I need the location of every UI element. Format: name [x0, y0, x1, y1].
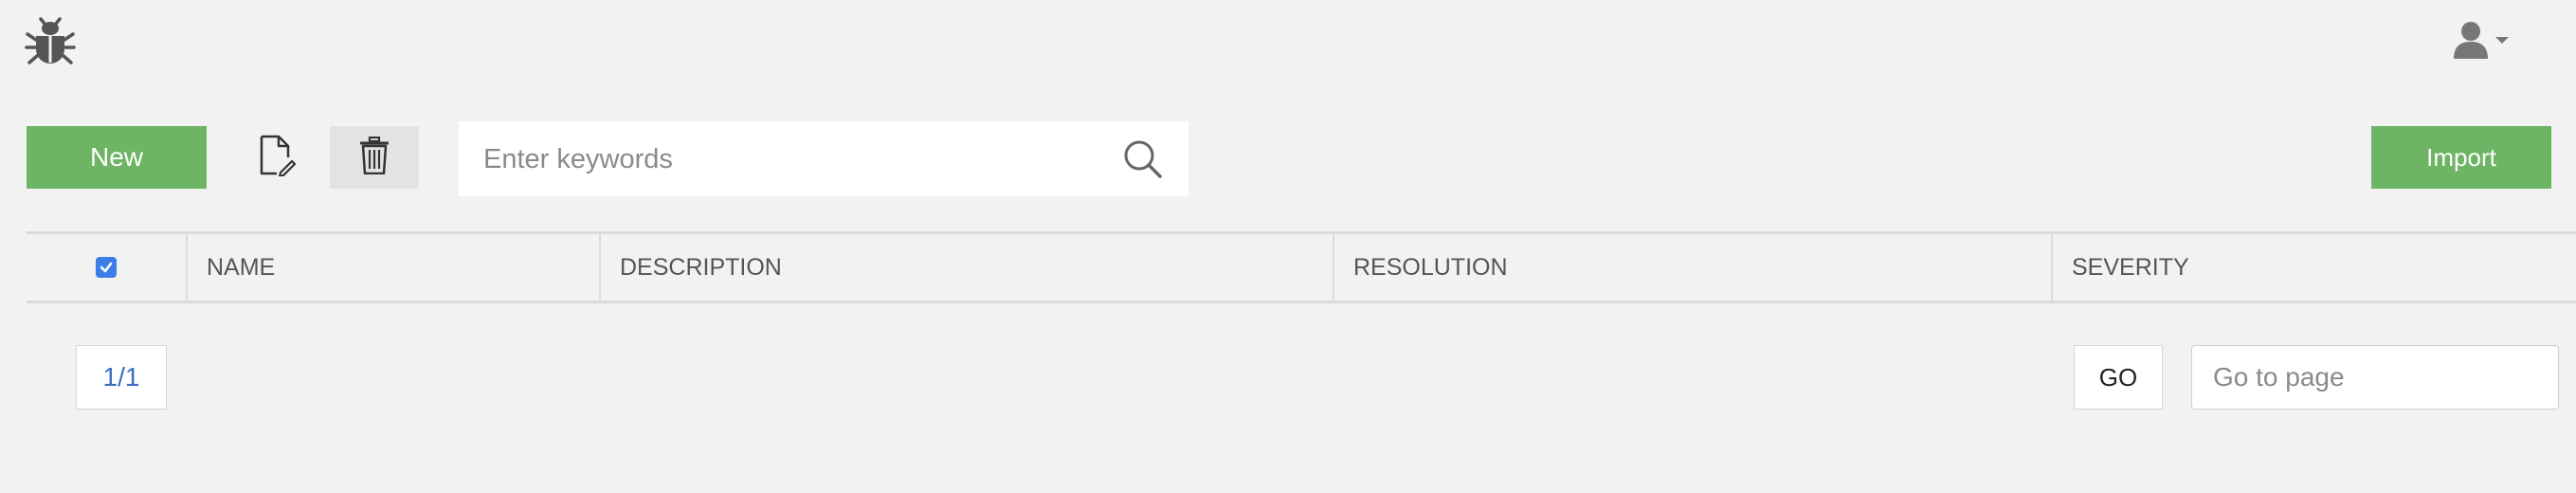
bug-logo-icon: [25, 17, 76, 68]
select-all-checkbox[interactable]: [96, 257, 117, 278]
go-to-page-input[interactable]: [2191, 345, 2559, 410]
edit-button[interactable]: [248, 126, 305, 189]
check-icon: [100, 262, 113, 273]
caret-down-icon: [2494, 33, 2510, 50]
user-menu[interactable]: [2453, 21, 2512, 63]
edit-document-icon: [258, 135, 297, 181]
search-icon[interactable]: [1122, 138, 1164, 180]
new-button[interactable]: New: [27, 126, 207, 189]
trash-icon: [359, 136, 390, 179]
page-indicator[interactable]: 1/1: [76, 345, 167, 410]
search-box: [459, 121, 1188, 198]
table-header: NAME DESCRIPTION RESOLUTION SEVERITY: [27, 231, 2576, 303]
user-icon: [2453, 21, 2489, 64]
select-all-cell: [27, 234, 186, 301]
column-header-name[interactable]: NAME: [186, 234, 599, 301]
go-button[interactable]: GO: [2074, 345, 2163, 410]
delete-button[interactable]: [330, 126, 419, 189]
import-button[interactable]: Import: [2371, 126, 2551, 189]
column-header-description[interactable]: DESCRIPTION: [599, 234, 1333, 301]
column-header-resolution[interactable]: RESOLUTION: [1333, 234, 2051, 301]
search-input[interactable]: [481, 121, 1092, 198]
column-header-severity[interactable]: SEVERITY: [2051, 234, 2576, 301]
